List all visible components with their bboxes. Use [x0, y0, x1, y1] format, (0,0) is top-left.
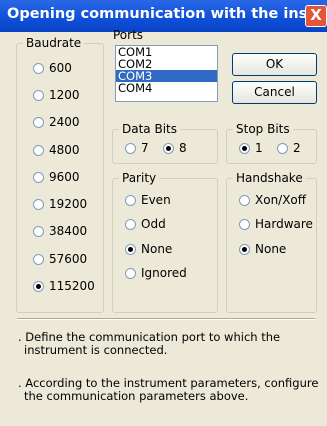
data-bits-option[interactable]: 7 [125, 141, 149, 155]
radio-icon [33, 226, 44, 237]
radio-icon [33, 117, 44, 128]
baudrate-option[interactable]: 115200 [33, 279, 95, 293]
baudrate-option[interactable]: 19200 [33, 197, 87, 211]
baudrate-option[interactable]: 38400 [33, 224, 87, 238]
radio-selected-icon [33, 281, 44, 292]
cancel-button[interactable]: Cancel [232, 81, 317, 104]
stop-bits-legend: Stop Bits [236, 122, 290, 136]
radio-icon [33, 172, 44, 183]
ok-button[interactable]: OK [232, 53, 317, 76]
handshake-option[interactable]: Hardware [239, 217, 313, 231]
stop-bits-option[interactable]: 2 [277, 141, 301, 155]
baudrate-option[interactable]: 9600 [33, 170, 80, 184]
ports-label: Ports [113, 28, 144, 42]
baudrate-option[interactable]: 2400 [33, 115, 80, 129]
radio-icon [33, 145, 44, 156]
radio-icon [239, 219, 250, 230]
dialog-window: Opening communication with the ins... X … [0, 0, 327, 426]
radio-icon [125, 143, 136, 154]
ports-scrollbar[interactable]: ▲ ▼ [217, 46, 218, 101]
radio-icon [277, 143, 288, 154]
handshake-legend: Handshake [236, 171, 303, 185]
radio-icon [125, 268, 136, 279]
radio-icon [33, 254, 44, 265]
baudrate-option[interactable]: 4800 [33, 143, 80, 157]
radio-selected-icon [125, 244, 136, 255]
baudrate-legend: Baudrate [26, 36, 82, 50]
separator [17, 318, 315, 320]
scroll-thumb[interactable] [217, 63, 218, 77]
data-bits-option[interactable]: 8 [163, 141, 187, 155]
parity-option[interactable]: None [125, 242, 172, 256]
radio-icon [125, 219, 136, 230]
handshake-option[interactable]: Xon/Xoff [239, 193, 306, 207]
radio-selected-icon [163, 143, 174, 154]
down-arrow-icon[interactable]: ▼ [217, 85, 218, 101]
radio-icon [125, 195, 136, 206]
close-icon[interactable]: X [305, 5, 327, 27]
baudrate-option[interactable]: 600 [33, 61, 72, 75]
ports-listbox[interactable]: COM1 COM2 COM3 COM4 ▲ ▼ [115, 45, 218, 102]
window-title: Opening communication with the ins... [7, 6, 324, 22]
parity-option[interactable]: Ignored [125, 266, 187, 280]
title-bar[interactable]: Opening communication with the ins... X [0, 0, 327, 32]
info-text-params: . According to the instrument parameters… [18, 376, 319, 403]
up-arrow-icon[interactable]: ▲ [217, 46, 218, 62]
radio-icon [239, 195, 250, 206]
radio-icon [33, 90, 44, 101]
radio-icon [33, 199, 44, 210]
parity-legend: Parity [122, 171, 157, 185]
parity-option[interactable]: Even [125, 193, 171, 207]
radio-icon [33, 63, 44, 74]
handshake-option[interactable]: None [239, 242, 286, 256]
stop-bits-option[interactable]: 1 [239, 141, 263, 155]
radio-selected-icon [239, 244, 250, 255]
parity-option[interactable]: Odd [125, 217, 166, 231]
baudrate-option[interactable]: 1200 [33, 88, 80, 102]
info-text-port: . Define the communication port to which… [18, 330, 281, 357]
radio-selected-icon [239, 143, 250, 154]
list-item[interactable]: COM4 [116, 82, 217, 94]
baudrate-option[interactable]: 57600 [33, 252, 87, 266]
data-bits-legend: Data Bits [122, 122, 177, 136]
